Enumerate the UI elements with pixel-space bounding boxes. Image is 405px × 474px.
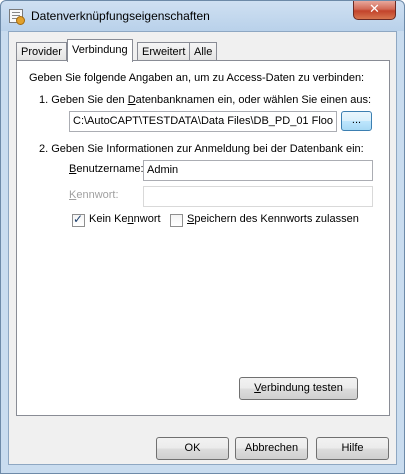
- dialog-client-area: Provider Verbindung Erweitert Alle Geben…: [8, 31, 397, 465]
- window-title: Datenverknüpfungseigenschaften: [31, 9, 210, 23]
- step2-label: 2. Geben Sie Informationen zur Anmeldung…: [39, 143, 364, 155]
- password-label: Kennwort:: [69, 189, 119, 201]
- password-input[interactable]: [143, 186, 373, 207]
- test-connection-button[interactable]: Verbindung testen: [239, 377, 358, 400]
- close-button[interactable]: ✕: [353, 1, 396, 20]
- ok-button[interactable]: OK: [156, 437, 229, 460]
- browse-button[interactable]: ...: [341, 111, 372, 131]
- tab-provider[interactable]: Provider: [16, 42, 67, 61]
- title-bar: Datenverknüpfungseigenschaften ✕: [1, 1, 404, 31]
- intro-text: Geben Sie folgende Angaben an, um zu Acc…: [29, 72, 365, 84]
- data-link-properties-icon: [9, 9, 25, 25]
- no-password-label[interactable]: Kein Kennwort: [89, 213, 161, 225]
- tab-verbindung[interactable]: Verbindung: [67, 39, 133, 62]
- username-label: Benutzername:: [69, 163, 144, 175]
- dialog-window: Datenverknüpfungseigenschaften ✕ Provide…: [0, 0, 405, 474]
- no-password-checkbox[interactable]: [72, 212, 85, 227]
- save-password-label[interactable]: Speichern des Kennworts zulassen: [187, 213, 359, 225]
- database-name-input[interactable]: C:\AutoCAPT\TESTDATA\Data Files\DB_PD_01…: [69, 111, 337, 132]
- cancel-button[interactable]: Abbrechen: [235, 437, 308, 460]
- save-password-checkbox[interactable]: [170, 214, 183, 227]
- step1-label: 1. Geben Sie den Datenbanknamen ein, ode…: [39, 94, 372, 106]
- username-input[interactable]: Admin: [143, 160, 373, 181]
- tab-alle[interactable]: Alle: [189, 42, 218, 61]
- tab-erweitert[interactable]: Erweitert: [137, 42, 191, 61]
- tab-panel-verbindung: Geben Sie folgende Angaben an, um zu Acc…: [16, 60, 390, 416]
- help-button[interactable]: Hilfe: [316, 437, 389, 460]
